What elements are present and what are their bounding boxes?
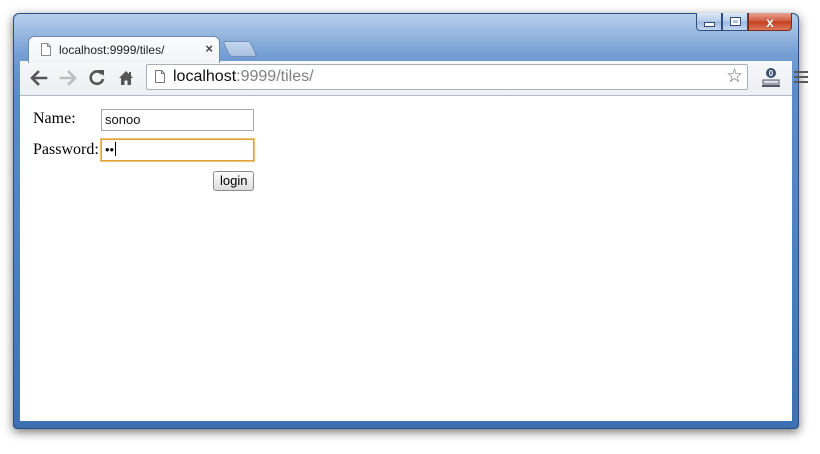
address-bar[interactable]: localhost:9999/tiles/ ☆ [146,64,748,90]
url-text: localhost:9999/tiles/ [173,68,314,86]
forward-icon [59,70,77,86]
maximize-button[interactable] [722,13,748,31]
reload-button[interactable] [86,67,108,89]
home-button[interactable] [115,67,137,89]
name-input[interactable]: sonoo [101,109,254,131]
page-icon [155,70,165,83]
url-host: localhost [173,68,237,85]
reload-icon [89,70,105,86]
url-path: :9999/tiles/ [236,68,314,85]
back-icon [30,70,48,86]
name-input-value: sonoo [105,112,141,127]
window-controls: x [696,13,792,31]
menu-icon[interactable] [794,71,808,85]
text-caret [115,142,117,156]
login-button[interactable]: login [213,171,255,191]
svg-text:0: 0 [769,69,774,78]
back-button[interactable] [28,67,50,89]
forward-button[interactable] [57,67,79,89]
extension-icon: 0 [762,68,780,87]
close-icon: x [766,13,774,30]
close-window-button[interactable]: x [748,13,792,31]
password-input-value: •• [105,142,115,157]
page-icon [41,43,51,56]
home-icon [119,71,133,85]
extension-button[interactable]: 0 [760,66,782,90]
browser-toolbar: localhost:9999/tiles/ ☆ 0 [20,61,808,96]
star-icon[interactable]: ☆ [726,67,743,87]
password-input[interactable]: •• [101,139,254,161]
password-label: Password: [33,141,99,158]
maximize-icon [729,17,741,26]
minimize-icon [703,22,715,27]
tab-close-icon[interactable]: × [205,41,213,56]
browser-tab[interactable]: localhost:9999/tiles/ × [28,36,220,63]
page-content: Name: sonoo Password: •• login [20,96,792,421]
name-label: Name: [33,110,76,127]
minimize-button[interactable] [696,13,722,31]
tab-title: localhost:9999/tiles/ [59,43,165,57]
